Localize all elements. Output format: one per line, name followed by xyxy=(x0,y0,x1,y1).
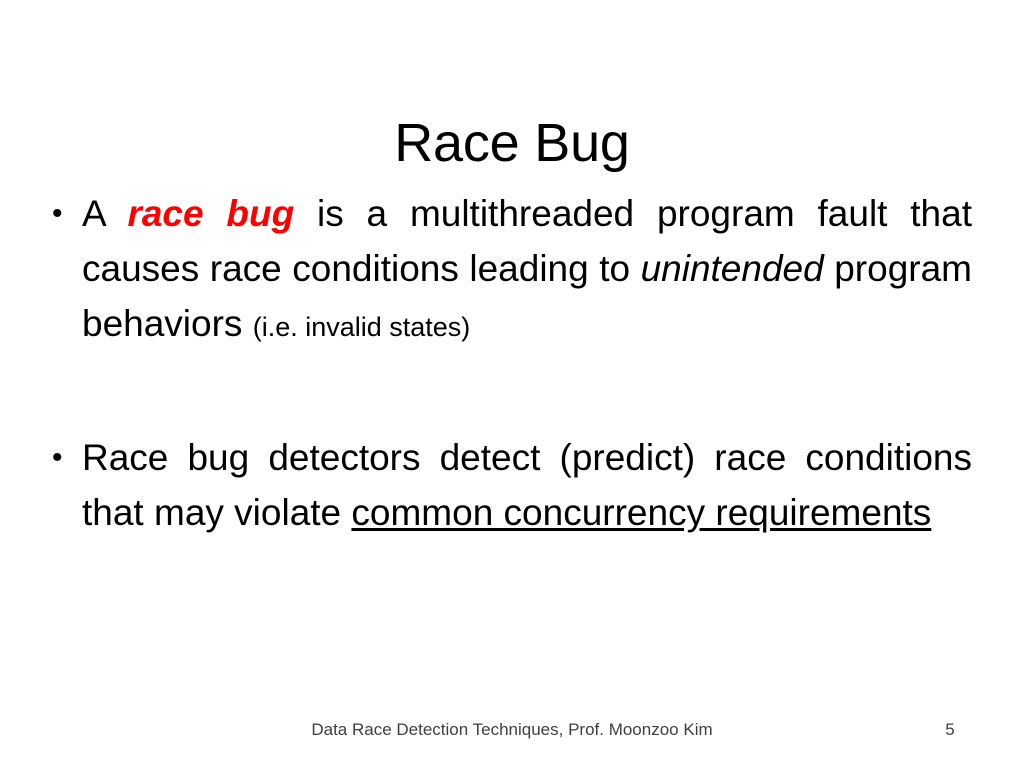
bullet-run-underlined: common concurrency requirements xyxy=(351,492,932,533)
slide: Race Bug A race bug is a multithreaded p… xyxy=(0,0,1024,768)
slide-number: 5 xyxy=(945,720,955,739)
bullet-run-parenthetical: (i.e. invalid states) xyxy=(252,312,471,342)
footer-course-label: Data Race Detection Techniques, Prof. Mo… xyxy=(311,720,713,739)
slide-footer: Data Race Detection Techniques, Prof. Mo… xyxy=(0,718,1024,746)
page-title: Race Bug xyxy=(394,113,630,174)
bullet-spacer xyxy=(50,355,972,430)
slide-body: A race bug is a multithreaded program fa… xyxy=(50,186,972,540)
bullet-run-emphasis-red: race bug xyxy=(127,193,295,234)
bullet-run-text: A xyxy=(82,193,128,234)
bullet-run-emphasis-italic: unintended xyxy=(640,248,824,289)
list-item: Race bug detectors detect (predict) race… xyxy=(50,430,972,540)
list-item: A race bug is a multithreaded program fa… xyxy=(50,186,972,355)
